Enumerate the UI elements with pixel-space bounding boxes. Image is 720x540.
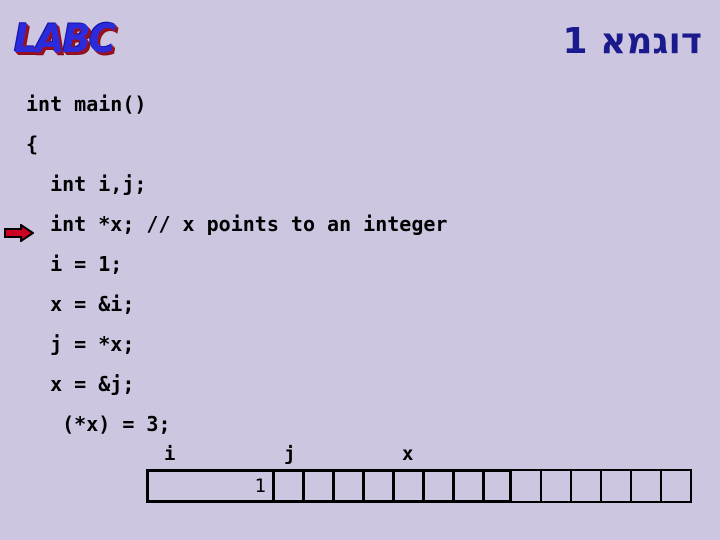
memory-cell — [422, 469, 452, 503]
code-line-text: { — [26, 132, 39, 156]
page-title: דוגמא 1 — [562, 21, 702, 62]
slide-canvas: LABC דוגמא 1 int main() { int i,j; int *x… — [0, 0, 720, 540]
memory-cell — [392, 469, 422, 503]
code-line: x = &j; — [26, 364, 706, 404]
code-line: j = *x; — [26, 324, 706, 364]
memory-cell — [602, 469, 632, 503]
memory-cell — [272, 469, 302, 503]
right-arrow-icon — [4, 215, 35, 243]
code-line: int main() — [26, 84, 706, 124]
code-line: int *x; // x points to an integer — [4, 204, 706, 244]
memory-cell — [572, 469, 602, 503]
labc-logo: LABC — [14, 14, 116, 76]
code-line-text: int main() — [26, 92, 147, 116]
memory-cell — [452, 469, 482, 503]
memory-cell — [542, 469, 572, 503]
code-line-text: (*x) = 3; — [26, 412, 171, 436]
code-line: i = 1; — [26, 244, 706, 284]
memory-cell — [332, 469, 362, 503]
memory-cell-row: 1 — [146, 469, 692, 503]
code-line-text: int *x; // x points to an integer — [26, 212, 448, 236]
memory-cell — [362, 469, 392, 503]
memory-cell — [482, 469, 512, 503]
memory-label-x: x — [402, 443, 414, 465]
memory-label-i: i — [164, 443, 176, 465]
code-line: (*x) = 3; — [26, 404, 706, 444]
memory-label-j: j — [284, 443, 296, 465]
memory-diagram: i j x 1 — [146, 443, 692, 503]
code-line-text: x = &i; — [26, 292, 135, 316]
code-line-text: x = &j; — [26, 372, 135, 396]
code-line: { — [26, 124, 706, 164]
memory-cell — [632, 469, 662, 503]
memory-cell — [512, 469, 542, 503]
memory-cell: 1 — [146, 469, 272, 503]
memory-variable-labels: ijx — [146, 443, 692, 469]
code-line-text: j = *x; — [26, 332, 135, 356]
code-line: x = &i; — [26, 284, 706, 324]
memory-cell — [662, 469, 692, 503]
memory-cell — [302, 469, 332, 503]
code-listing: int main() { int i,j; int *x; // x points… — [4, 84, 706, 444]
labc-logo-text: LABC — [14, 17, 116, 62]
code-line-text: i = 1; — [26, 252, 123, 276]
code-line-text: int i,j; — [26, 172, 147, 196]
code-line: int i,j; — [26, 164, 706, 204]
